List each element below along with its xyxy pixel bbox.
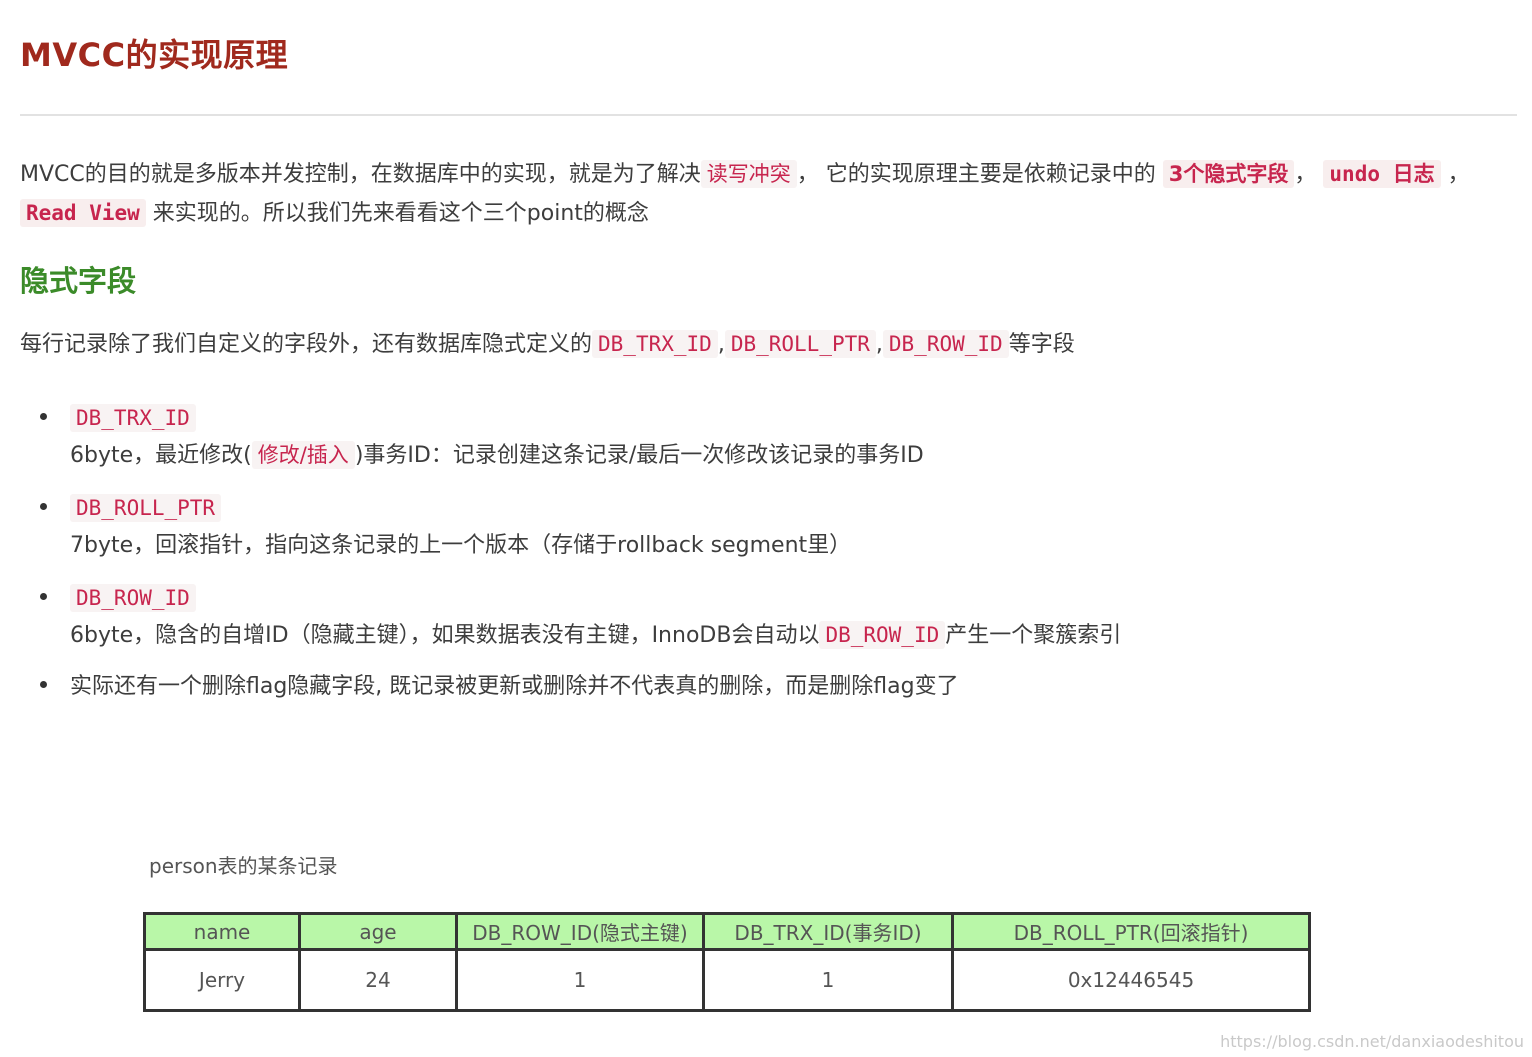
page-title: MVCC的实现原理 [20,36,289,74]
fields-sep-2: , [875,332,883,357]
intro-text-1: MVCC的目的就是多版本并发控制，在数据库中的实现，就是为了解决 [20,162,701,187]
bullet-icon [40,503,47,510]
intro-text-2: ， 它的实现原理主要是依赖记录中的 [796,162,1163,187]
inline-code-undo-log: undo 日志 [1323,160,1441,188]
watermark: https://blog.csdn.net/danxiaodeshitou [1220,1032,1524,1051]
inline-code-read-write-conflict: 读写冲突 [700,160,797,188]
header-cell-db-row-id: DB_ROW_ID(隐式主键) [455,912,705,951]
inline-code-hidden-fields: 3个隐式字段 [1162,160,1295,188]
inline-code-read-view: Read View [20,199,146,227]
cell-db-row-id: 1 [455,948,705,1012]
list-item-delete-flag: 实际还有一个删除flag隐藏字段, 既记录被更新或删除并不代表真的删除，而是删除… [20,668,1500,705]
cell-db-trx-id: 1 [702,948,954,1012]
list-item-db-trx-id: DB_TRX_ID 6byte，最近修改(修改/插入)事务ID：记录创建这条记录… [20,400,1500,490]
inline-code-db-row-id: DB_ROW_ID [882,330,1009,358]
bullet-icon [40,413,47,420]
fields-sep-1: , [717,332,725,357]
bullet-icon [40,681,47,688]
intro-text-5: 来实现的。所以我们先来看看这个三个point的概念 [145,201,649,226]
record-table: name age DB_ROW_ID(隐式主键) DB_TRX_ID(事务ID)… [143,912,1311,1012]
list-item-db-row-id: DB_ROW_ID 6byte，隐含的自增ID（隐藏主键），如果数据表没有主键，… [20,580,1500,668]
bullet-icon [40,593,47,600]
item-description: 7byte，回滚指针，指向这条记录的上一个版本（存储于rollback segm… [70,533,852,558]
list-item-db-roll-ptr: DB_ROLL_PTR 7byte，回滚指针，指向这条记录的上一个版本（存储于r… [20,490,1500,580]
header-cell-name: name [143,912,301,951]
header-cell-age: age [298,912,458,951]
table-header-row: name age DB_ROW_ID(隐式主键) DB_TRX_ID(事务ID)… [143,912,1311,951]
fields-text-1: 每行记录除了我们自定义的字段外，还有数据库隐式定义的 [20,332,593,357]
hidden-fields-list: DB_TRX_ID 6byte，最近修改(修改/插入)事务ID：记录创建这条记录… [20,400,1500,705]
header-cell-db-roll-ptr: DB_ROLL_PTR(回滚指针) [951,912,1311,951]
figure-caption: person表的某条记录 [149,854,338,878]
intro-text-4: ， [1440,162,1470,187]
item-code: DB_ROW_ID [70,584,196,612]
intro-text-3: ， [1294,162,1317,187]
section-title-hidden-fields: 隐式字段 [20,264,137,298]
intro-paragraph: MVCC的目的就是多版本并发控制，在数据库中的实现，就是为了解决 读写冲突， 它的… [20,155,1520,233]
cell-age: 24 [298,948,458,1012]
item-code: DB_TRX_ID [70,404,196,432]
cell-name: Jerry [143,948,301,1012]
item-description: 实际还有一个删除flag隐藏字段, 既记录被更新或删除并不代表真的删除，而是删除… [70,674,959,699]
inline-code-db-trx-id: DB_TRX_ID [592,330,718,358]
item-description: 6byte，隐含的自增ID（隐藏主键），如果数据表没有主键，InnoDB会自动以… [70,621,1122,649]
inline-code-db-roll-ptr: DB_ROLL_PTR [724,330,876,358]
inline-code-db-row-id: DB_ROW_ID [819,621,946,649]
table-row: Jerry 24 1 1 0x12446545 [143,948,1311,1012]
item-description: 6byte，最近修改(修改/插入)事务ID：记录创建这条记录/最后一次修改该记录… [70,441,924,469]
inline-code-modify-insert: 修改/插入 [251,441,355,469]
header-cell-db-trx-id: DB_TRX_ID(事务ID) [702,912,954,951]
item-code: DB_ROLL_PTR [70,494,222,522]
fields-text-2: 等字段 [1008,332,1075,357]
cell-db-roll-ptr: 0x12446545 [951,948,1311,1012]
fields-paragraph: 每行记录除了我们自定义的字段外，还有数据库隐式定义的 DB_TRX_ID, DB_R… [20,325,1520,364]
title-divider [20,114,1517,116]
